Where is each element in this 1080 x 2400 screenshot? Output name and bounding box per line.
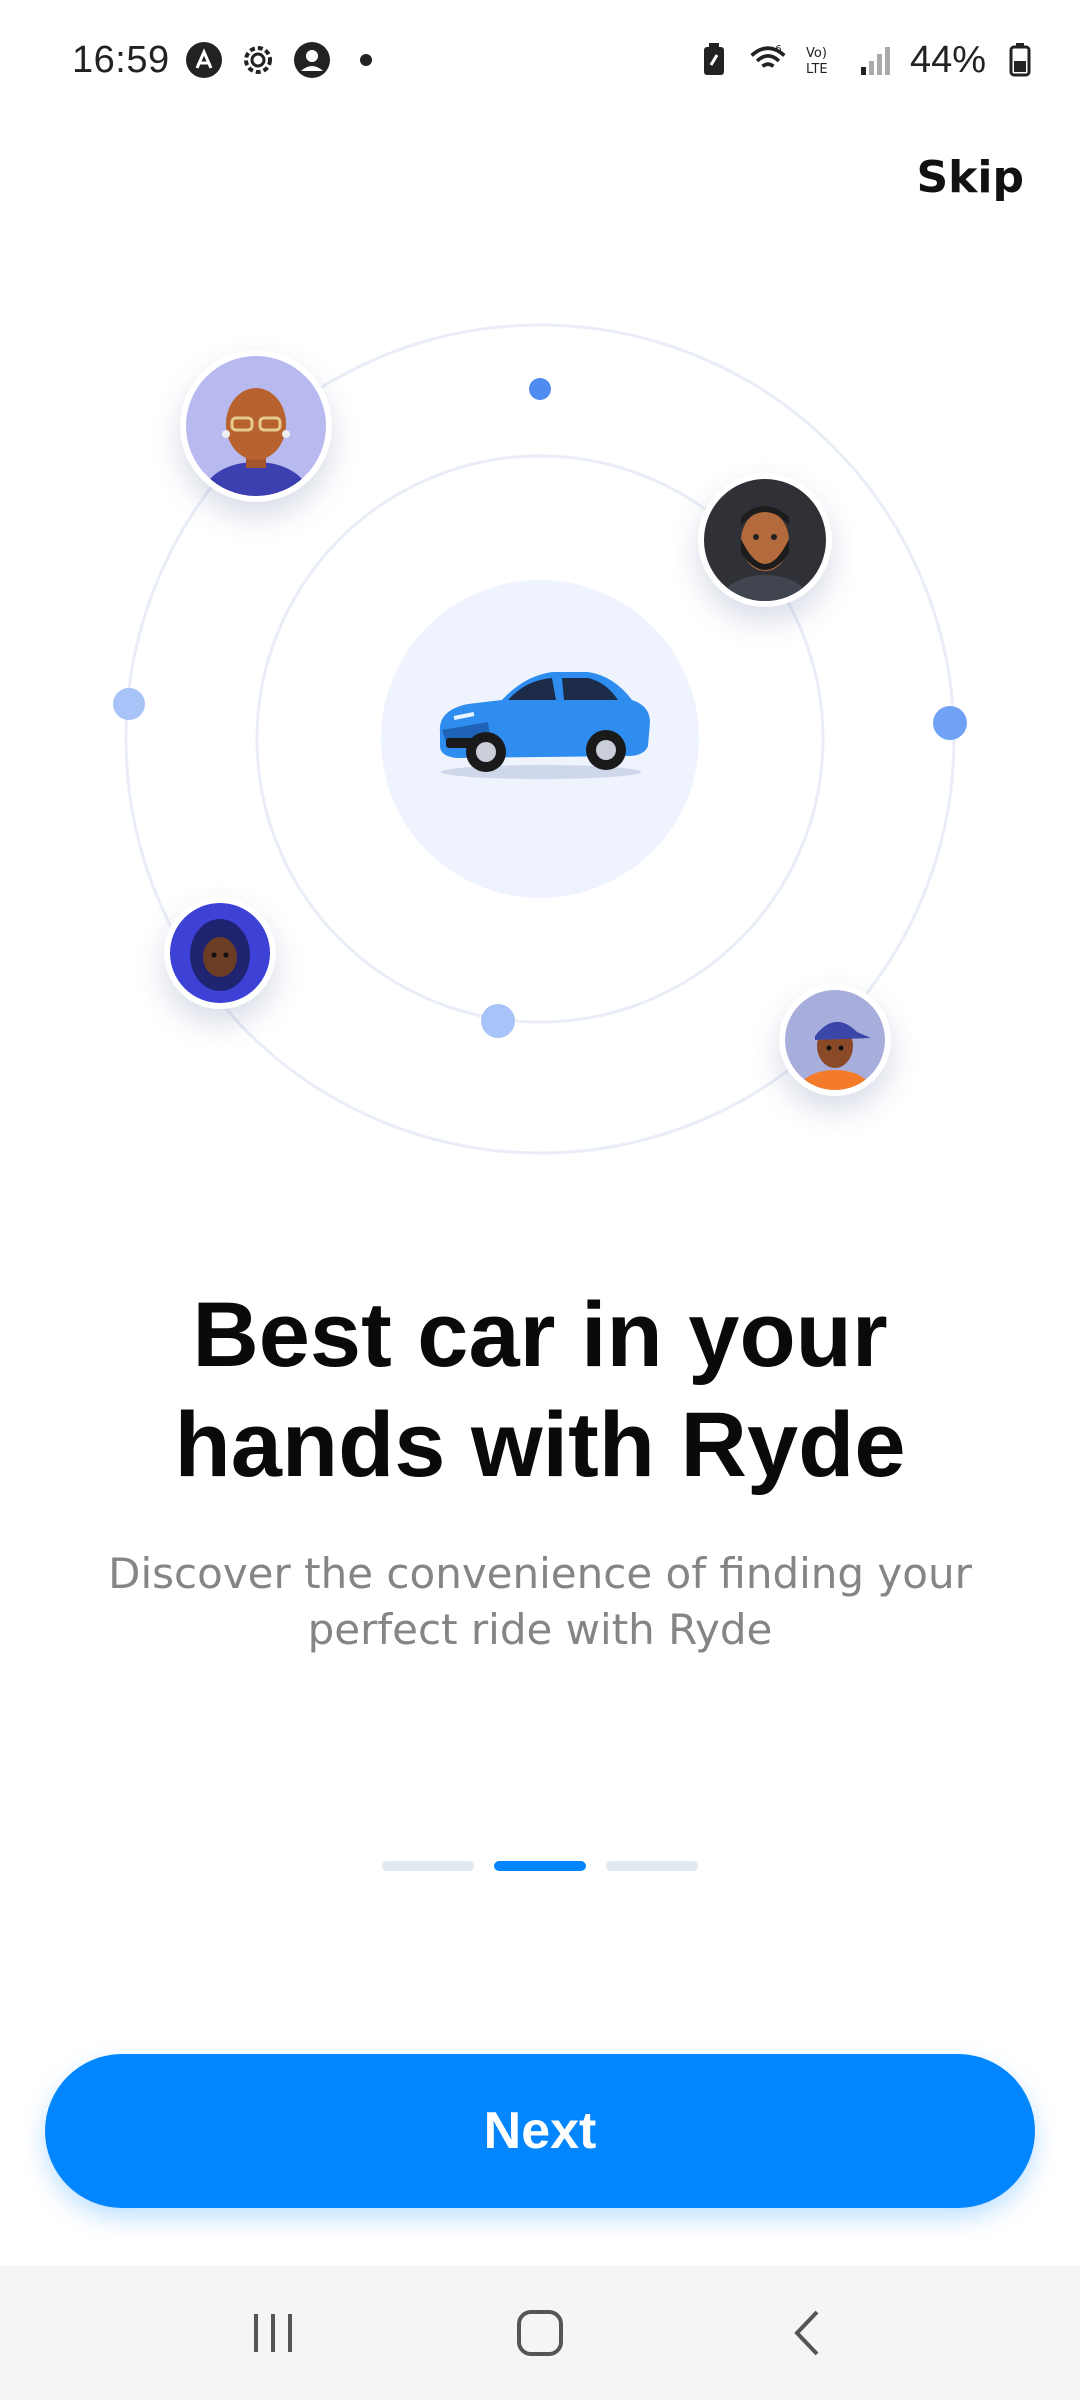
account-circle-icon: [292, 40, 332, 80]
avatar-woman-hijab: [164, 897, 276, 1009]
settings-gear-icon: [238, 40, 278, 80]
status-left: 16:59: [72, 39, 386, 82]
status-right: 6 Vo) LTE 44%: [694, 39, 1040, 82]
avatar-bearded-man: [698, 473, 832, 607]
battery-percent: 44%: [909, 38, 986, 81]
page-indicator-dash-2: [494, 1861, 586, 1871]
skip-button[interactable]: Skip: [916, 152, 1024, 203]
signal-icon: [856, 40, 896, 80]
onboarding-description: Discover the convenience of finding your…: [108, 1549, 972, 1654]
app-a-icon: [184, 40, 224, 80]
onboarding-title: Best car in your hands with Ryde: [174, 1284, 906, 1496]
system-navigation-bar: [0, 2266, 1080, 2400]
battery-icon: [1000, 40, 1040, 80]
svg-text:LTE: LTE: [806, 62, 828, 77]
status-time: 16:59: [72, 38, 170, 81]
page-indicator: [0, 1861, 1080, 1871]
dot-icon: [346, 40, 386, 80]
page-indicator-dash-3: [606, 1861, 698, 1871]
orbit-dot: [113, 688, 145, 720]
battery-saver-icon: [694, 40, 734, 80]
next-button[interactable]: Next: [45, 2054, 1035, 2208]
back-icon[interactable]: [747, 2283, 867, 2383]
volte-icon: Vo) LTE: [802, 40, 842, 80]
status-bar: 16:59 6 Vo) LTE 44%: [0, 0, 1080, 120]
svg-text:Vo): Vo): [806, 46, 827, 61]
wifi-6-icon: 6: [748, 40, 788, 80]
svg-text:6: 6: [775, 44, 781, 55]
page-indicator-dash-1: [382, 1861, 474, 1871]
orbit-dot: [529, 378, 551, 400]
avatar-man-cap: [779, 984, 891, 1096]
recent-apps-icon[interactable]: [213, 2283, 333, 2383]
onboarding-illustration: [0, 280, 1080, 1200]
home-icon[interactable]: [480, 2283, 600, 2383]
orbit-dot: [933, 706, 967, 740]
onboarding-screen: 16:59 6 Vo) LTE 44% Skip Best car in you…: [0, 0, 1080, 2400]
orbit-dot: [481, 1004, 515, 1038]
avatar-woman-glasses: [180, 350, 332, 502]
